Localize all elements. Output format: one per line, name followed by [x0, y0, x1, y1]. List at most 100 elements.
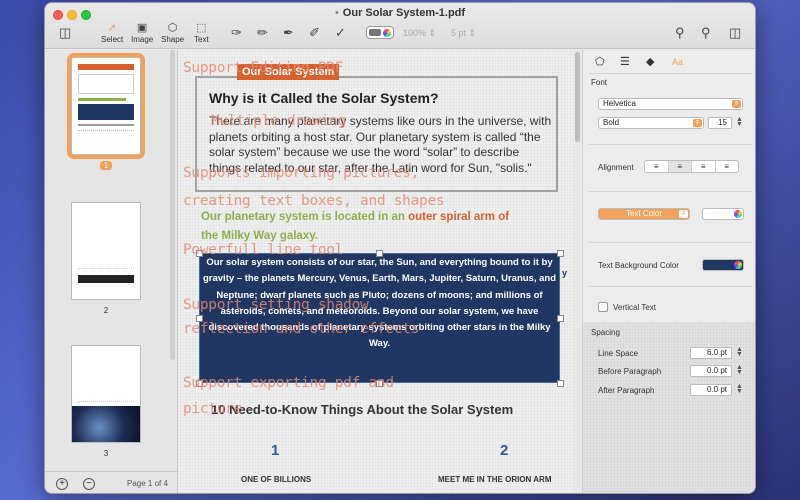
- page-thumbnail-2[interactable]: [71, 202, 141, 300]
- font-size-stepper[interactable]: ▲ ▼: [736, 116, 743, 128]
- page-label-2: 2: [103, 306, 109, 315]
- inspector-panel: ⬠ ☰ ◆ Aa Font Helvetica ⇕ Bold ⇕ 15 ▲ ▼ A…: [582, 50, 755, 493]
- remove-page-button[interactable]: −: [83, 478, 95, 490]
- galaxy-sentence-part2: outer spiral arm of: [408, 211, 510, 223]
- align-right-button[interactable]: ≡: [692, 161, 716, 172]
- align-left-button[interactable]: ≡: [645, 161, 669, 172]
- color-wheel-icon[interactable]: [734, 210, 742, 218]
- thumb-planets-strip: [78, 275, 134, 283]
- scrollbar-knob[interactable]: [575, 52, 580, 142]
- layers-tab-icon[interactable]: ◆: [646, 55, 654, 68]
- text-tab-icon[interactable]: Aa: [672, 57, 683, 67]
- resize-handle-br[interactable]: [557, 380, 564, 387]
- text-color-select[interactable]: Text Color ⇕: [598, 208, 690, 220]
- item-caption-1: ONE OF BILLIONS: [241, 475, 312, 484]
- marker-tool-icon[interactable]: ✓: [335, 25, 346, 41]
- image-tool-button[interactable]: ▣ Image: [131, 21, 153, 44]
- page-number-badge: 1: [99, 161, 113, 170]
- color-wheel-icon: [383, 29, 391, 37]
- brush-tool-icon[interactable]: ✒: [283, 25, 294, 41]
- thumb-body-lines: [78, 130, 134, 150]
- galaxy-sentence[interactable]: Our planetary system is located in an ou…: [201, 208, 561, 246]
- line-space-label: Line Space: [598, 349, 639, 358]
- thumbnail-scrollbar[interactable]: [170, 50, 175, 360]
- shape-tool-button[interactable]: ⬡ Shape: [161, 21, 184, 44]
- tabs-divider: [589, 73, 752, 74]
- feature-caption-1: Support Editing PDF: [183, 60, 344, 76]
- zoom-out-icon[interactable]: ⚲: [675, 25, 685, 41]
- thumb-green-line: [78, 98, 126, 101]
- galaxy-sentence-part3: the Milky Way galaxy.: [201, 230, 318, 242]
- vertical-text-checkbox[interactable]: [598, 302, 608, 312]
- page-label-3: 3: [103, 449, 109, 458]
- alignment-control: ≡ ≡ ≡ ≡: [644, 160, 739, 173]
- inspector-toggle-icon[interactable]: ◫: [729, 25, 741, 41]
- select-tool-button[interactable]: ➚ Select: [101, 21, 123, 44]
- align-center-button[interactable]: ≡: [668, 161, 692, 172]
- document-scrollbar[interactable]: [574, 50, 581, 493]
- font-size-field[interactable]: 15: [708, 117, 732, 129]
- before-paragraph-field[interactable]: 0.0 pt: [690, 365, 732, 377]
- opacity-value: 100%: [403, 28, 427, 38]
- page-thumbnail-3[interactable]: [71, 345, 141, 443]
- pencil-tool-icon[interactable]: ✏: [257, 25, 268, 41]
- resize-handle-tm[interactable]: [376, 250, 383, 257]
- sidebar-toggle-icon[interactable]: ◫: [59, 25, 71, 41]
- shape-icon: ⬡: [167, 22, 178, 34]
- line-space-field[interactable]: 6.0 pt: [690, 347, 732, 359]
- shape-tool-label: Shape: [161, 35, 185, 44]
- after-paragraph-field[interactable]: 0.0 pt: [690, 384, 732, 396]
- zoom-in-icon[interactable]: ⚲: [701, 25, 711, 41]
- chevron-updown-icon: ⇕: [679, 210, 688, 218]
- pen-tool-icon[interactable]: ✑: [231, 25, 242, 41]
- thumbnail-footer: + − Page 1 of 4: [45, 471, 178, 493]
- page-label-1: 1: [96, 161, 116, 170]
- add-page-button[interactable]: +: [56, 478, 68, 490]
- thumb-text-block: [78, 74, 134, 94]
- app-window: • Our Solar System-1.pdf ◫ ➚ Select ▣ Ima…: [44, 2, 756, 494]
- resize-handle-tr[interactable]: [557, 250, 564, 257]
- resize-handle-mr[interactable]: [557, 315, 564, 322]
- document-title: Our Solar System-1.pdf: [342, 7, 466, 19]
- thumb-navy-block: [78, 104, 134, 120]
- shape-style-tab-icon[interactable]: ⬠: [595, 55, 605, 68]
- font-family-select[interactable]: Helvetica ⇕: [598, 98, 743, 110]
- thumb-galaxy-image: [72, 406, 140, 442]
- text-tool-label: Text: [194, 35, 209, 44]
- vertical-text-label: Vertical Text: [613, 303, 656, 312]
- feature-caption-3: Supports importing pictures,: [183, 165, 420, 181]
- line-space-stepper[interactable]: ▲ ▼: [736, 346, 743, 358]
- image-tool-label: Image: [131, 35, 154, 44]
- chevron-updown-icon: ⇕: [732, 100, 741, 108]
- highlighter-tool-icon[interactable]: ✐: [309, 25, 320, 41]
- font-divider: [589, 144, 752, 145]
- page-thumbnail-1[interactable]: [67, 53, 145, 159]
- sliders-tab-icon[interactable]: ☰: [620, 55, 630, 68]
- align-justify-button[interactable]: ≡: [716, 161, 739, 172]
- select-tool-label: Select: [101, 35, 124, 44]
- before-paragraph-stepper[interactable]: ▲ ▼: [736, 364, 743, 376]
- text-tool-button[interactable]: ⬚ Text: [194, 21, 209, 44]
- stroke-width-stepper[interactable]: 5 pt ⇕: [451, 28, 476, 39]
- opacity-stepper[interactable]: 100% ⇕: [403, 28, 436, 39]
- text-color-divider: [589, 242, 752, 243]
- section-heading[interactable]: 10 Need-to-Know Things About the Solar S…: [211, 402, 513, 417]
- document-view: Our Solar System Why is it Called the So…: [179, 50, 581, 493]
- feature-caption-4: creating text boxes, and shapes: [183, 193, 445, 209]
- thumb-heading-line: [78, 124, 134, 126]
- color-picker-button[interactable]: [366, 26, 394, 39]
- font-style-select[interactable]: Bold ⇕: [598, 117, 704, 129]
- feature-caption-6: Support setting shadow: [183, 297, 369, 313]
- thumb-text-columns: [78, 209, 134, 269]
- feature-caption-5: Powerfull line tool: [183, 242, 344, 258]
- thumb-header: [78, 64, 134, 70]
- window-title: • Our Solar System-1.pdf: [45, 7, 755, 19]
- font-style-value: Bold: [603, 118, 620, 127]
- item-caption-2: MEET ME IN THE ORION ARM: [438, 475, 552, 484]
- spacing-section-label: Spacing: [591, 328, 620, 337]
- feature-caption-8: Support exporting pdf and: [183, 375, 394, 391]
- after-paragraph-stepper[interactable]: ▲ ▼: [736, 383, 743, 395]
- spacing-section: Spacing Line Space 6.0 pt ▲ ▼ Before Para…: [583, 322, 755, 493]
- page-heading[interactable]: Why is it Called the Solar System?: [209, 90, 439, 106]
- color-wheel-icon[interactable]: [734, 261, 742, 269]
